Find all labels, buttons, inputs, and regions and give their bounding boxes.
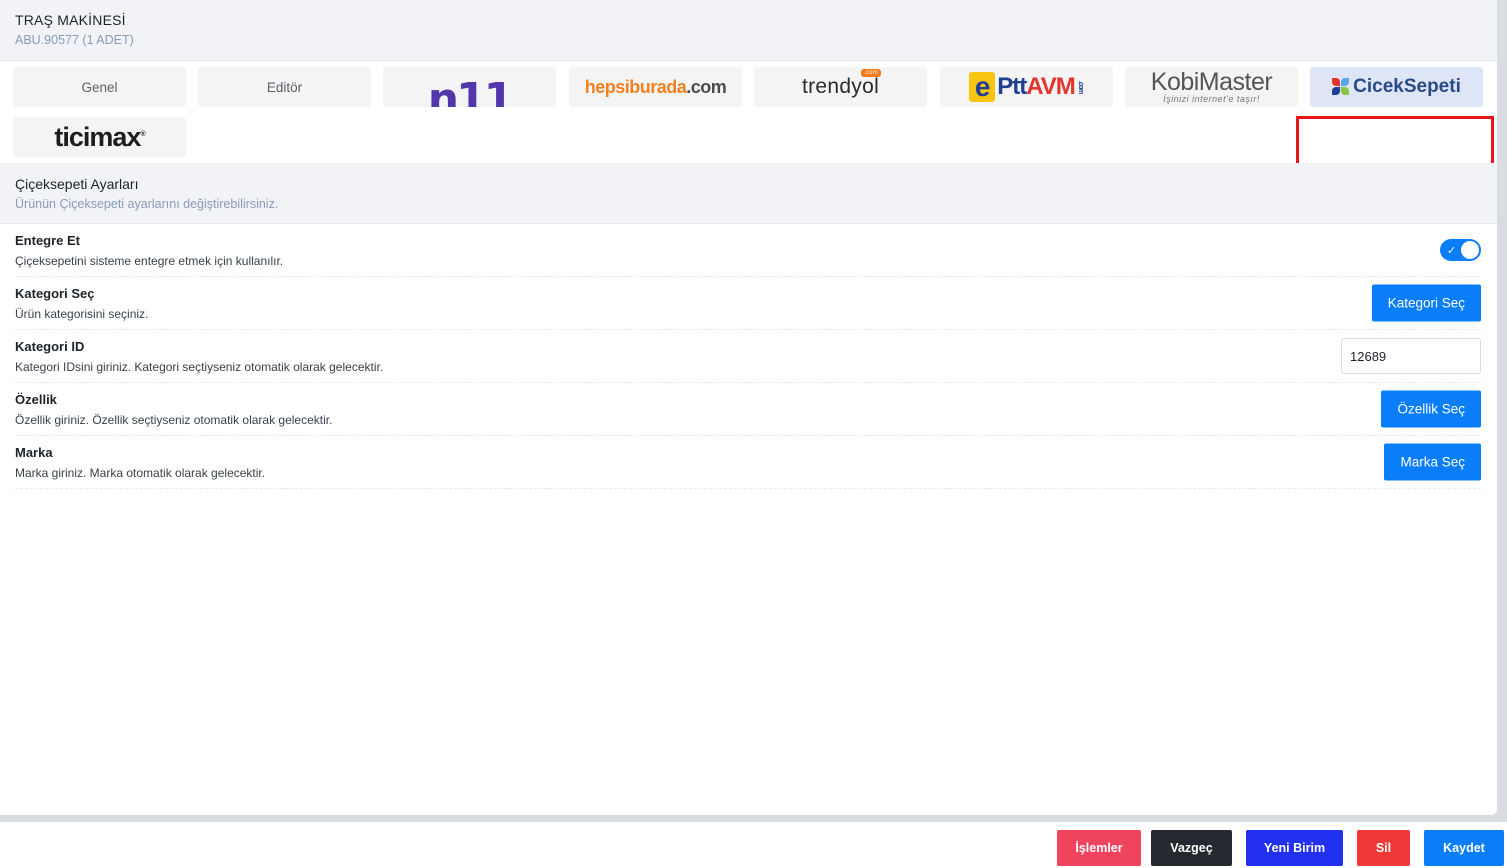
settings-section-header: Çiçeksepeti Ayarları Ürünün Çiçeksepeti … [0, 163, 1497, 224]
setting-row-kategori: Kategori Seç Ürün kategorisini seçiniz. … [15, 277, 1481, 330]
tab-n11[interactable]: n11 [383, 67, 556, 107]
kobimaster-logo-slogan: İşinizi internet'e taşır! [1163, 94, 1260, 104]
ticimax-logo-text: ticimax [54, 121, 141, 152]
hepsiburada-logo-name: hepsiburada [584, 76, 687, 97]
setting-label: Entegre Et [15, 233, 81, 248]
ciceksepeti-logo-text: CicekSepeti [1353, 76, 1461, 97]
action-footer: İşlemler Vazgeç Yeni Birim Sil Kaydet [0, 822, 1507, 868]
ticimax-logo: ticimax® [54, 121, 145, 153]
setting-row-ozellik: Özellik Özellik giriniz. Özellik seçtiys… [15, 383, 1481, 436]
setting-desc: Kategori IDsini giriniz. Kategori seçtiy… [15, 360, 384, 374]
sil-button[interactable]: Sil [1357, 830, 1410, 866]
pttavm-logo-com: .com [1076, 80, 1084, 94]
tab-ciceksepeti[interactable]: CicekSepeti [1310, 67, 1483, 107]
setting-desc: Ürün kategorisini seçiniz. [15, 307, 149, 321]
tab-hepsiburada[interactable]: hepsiburada.com [569, 67, 742, 107]
product-title: TRAŞ MAKİNESİ [15, 12, 126, 28]
kobimaster-logo: KobiMaster İşinizi internet'e taşır! [1150, 68, 1273, 104]
product-header: TRAŞ MAKİNESİ ABU.90577 (1 ADET) [0, 0, 1497, 61]
entegre-toggle[interactable]: ✓ [1440, 239, 1481, 261]
setting-label: Marka [15, 445, 53, 460]
n11-logo-text: n11 [427, 73, 515, 108]
n11-logo: n11 [427, 73, 515, 108]
trendyol-logo-badge: .com [860, 69, 882, 77]
setting-row-kategori-id: Kategori ID Kategori IDsini giriniz. Kat… [15, 330, 1481, 383]
product-code: ABU.90577 (1 ADET) [15, 33, 134, 47]
entegre-toggle-wrap: ✓ [1440, 239, 1481, 261]
pttavm-logo-ptt: Ptt [997, 73, 1027, 100]
hepsiburada-logo: hepsiburada.com [585, 77, 727, 98]
marka-control: Marka Seç [1384, 443, 1481, 481]
kategori-id-control [1341, 338, 1481, 374]
setting-desc: Çiçeksepetini sisteme entegre etmek için… [15, 254, 284, 268]
pttavm-logo-e: e [969, 71, 996, 102]
kategori-control: Kategori Seç [1371, 284, 1481, 322]
yeni-birim-button[interactable]: Yeni Birim [1246, 830, 1343, 866]
ciceksepeti-logo: CicekSepeti [1332, 76, 1461, 98]
setting-label: Özellik [15, 392, 57, 407]
kaydet-button[interactable]: Kaydet [1424, 830, 1504, 866]
hepsiburada-logo-domain: .com [686, 76, 727, 97]
ozellik-control: Özellik Seç [1381, 390, 1481, 428]
ticimax-logo-reg: ® [140, 130, 145, 138]
tab-kobimaster[interactable]: KobiMaster İşinizi internet'e taşır! [1125, 67, 1298, 107]
toggle-knob [1461, 241, 1479, 259]
setting-label: Kategori Seç [15, 286, 95, 301]
pttavm-logo-avm: AVM [1026, 73, 1076, 100]
pttavm-logo: e Ptt AVM .com [969, 71, 1084, 102]
kategori-id-input[interactable] [1341, 338, 1481, 374]
tab-pttavm[interactable]: e Ptt AVM .com [940, 67, 1113, 107]
vazgec-button[interactable]: Vazgeç [1151, 830, 1232, 866]
section-title: Çiçeksepeti Ayarları [15, 176, 139, 192]
setting-row-entegre: Entegre Et Çiçeksepetini sisteme entegre… [15, 224, 1481, 277]
setting-label: Kategori ID [15, 339, 85, 354]
marka-sec-button[interactable]: Marka Seç [1384, 443, 1481, 481]
islemler-button[interactable]: İşlemler [1057, 830, 1141, 866]
setting-desc: Özellik giriniz. Özellik seçtiyseniz oto… [15, 413, 333, 427]
marketplace-tabs: Genel Editör n11 hepsiburada.com trendyo… [0, 61, 1497, 175]
tab-genel[interactable]: Genel [13, 67, 186, 107]
tab-ticimax[interactable]: ticimax® [13, 117, 186, 157]
trendyol-logo: trendyol .com [801, 69, 882, 99]
section-subtitle: Ürünün Çiçeksepeti ayarlarını değiştireb… [15, 197, 279, 211]
tab-trendyol[interactable]: trendyol .com [754, 67, 927, 107]
settings-list: Entegre Et Çiçeksepetini sisteme entegre… [15, 224, 1481, 489]
setting-desc: Marka giriniz. Marka otomatik olarak gel… [15, 466, 266, 480]
flower-icon [1332, 78, 1350, 96]
kobimaster-logo-name: KobiMaster [1150, 68, 1273, 96]
product-panel: TRAŞ MAKİNESİ ABU.90577 (1 ADET) Genel E… [0, 0, 1497, 815]
setting-row-marka: Marka Marka giriniz. Marka otomatik olar… [15, 436, 1481, 489]
ozellik-sec-button[interactable]: Özellik Seç [1381, 390, 1481, 428]
trendyol-logo-text: trendyol [801, 75, 880, 98]
check-icon: ✓ [1447, 244, 1457, 257]
kategori-sec-button[interactable]: Kategori Seç [1371, 284, 1481, 322]
tab-editor[interactable]: Editör [198, 67, 371, 107]
